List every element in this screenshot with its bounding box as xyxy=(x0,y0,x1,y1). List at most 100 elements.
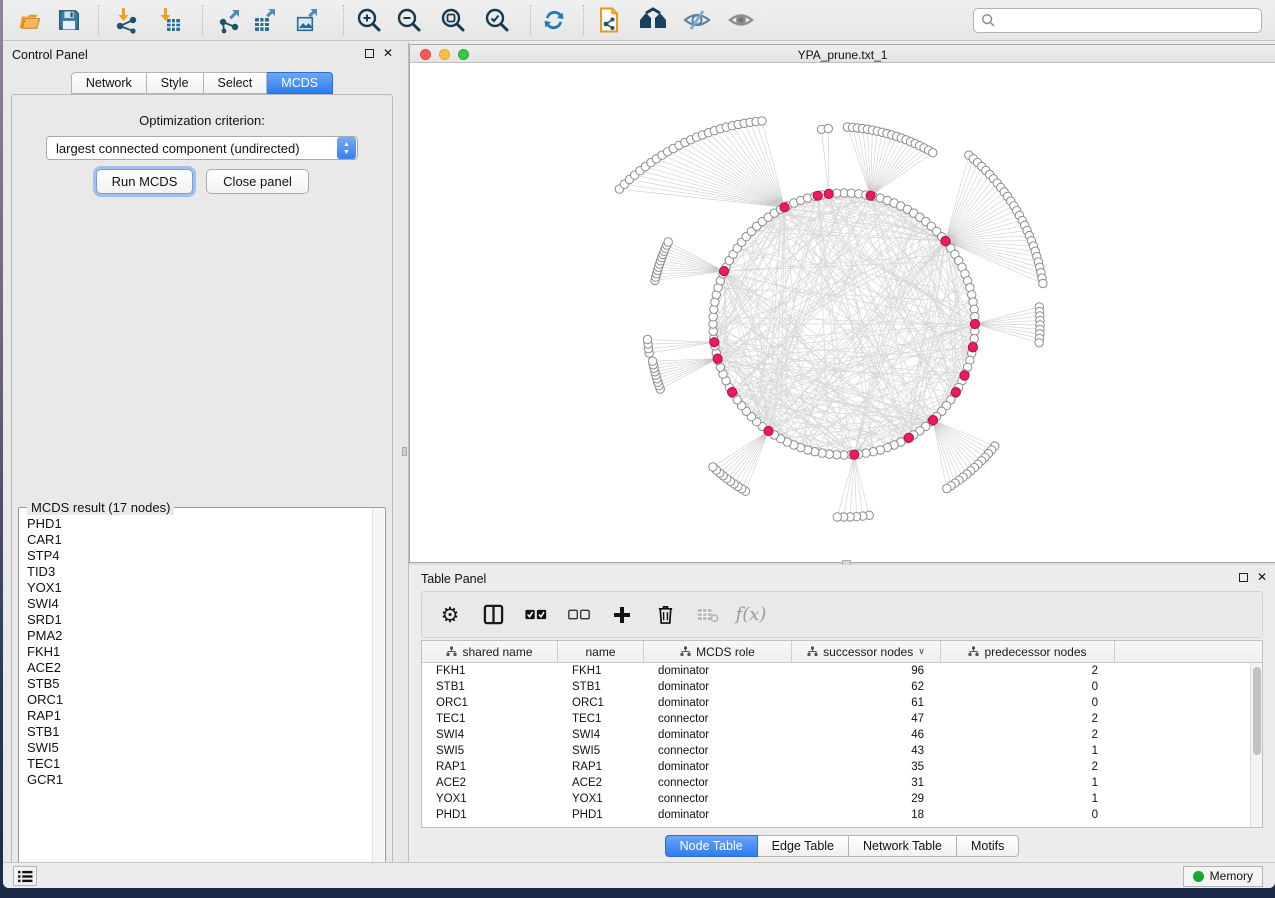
table-row[interactable]: STB1STB1dominator620 xyxy=(422,679,1250,695)
new-network-from-selection-icon[interactable] xyxy=(594,5,624,35)
zoom-out-icon[interactable] xyxy=(394,5,424,35)
float-panel-icon[interactable] xyxy=(365,49,374,58)
splitter-grip[interactable] xyxy=(402,447,407,456)
column-header-MCDS-role[interactable]: MCDS role xyxy=(644,641,792,662)
table-row[interactable]: RAP1RAP1dominator352 xyxy=(422,759,1250,775)
toolbar-separator xyxy=(343,5,344,35)
run-mcds-button[interactable]: Run MCDS xyxy=(96,169,193,194)
search-input[interactable] xyxy=(996,10,1261,31)
mcds-result-item[interactable]: RAP1 xyxy=(21,708,371,724)
network-view-titlebar: YPA_prune.txt_1 xyxy=(410,45,1275,63)
search-field xyxy=(973,8,1262,33)
open-file-icon[interactable] xyxy=(15,5,45,35)
tab-motifs[interactable]: Motifs xyxy=(957,835,1019,857)
toolbar-separator xyxy=(98,5,99,35)
cell-shared-name: PHD1 xyxy=(422,809,558,821)
tab-select[interactable]: Select xyxy=(204,72,268,94)
mcds-result-item[interactable]: TID3 xyxy=(21,564,371,580)
column-header-name[interactable]: name xyxy=(558,641,644,662)
task-history-button[interactable] xyxy=(13,866,37,886)
mcds-result-item[interactable]: ACE2 xyxy=(21,660,371,676)
memory-button[interactable]: Memory xyxy=(1183,866,1263,887)
tab-network-table[interactable]: Network Table xyxy=(849,835,957,857)
tab-edge-table[interactable]: Edge Table xyxy=(758,835,849,857)
optimization-criterion-label: Optimization criterion: xyxy=(12,113,392,128)
cell-name: SWI5 xyxy=(558,745,644,757)
export-image-icon[interactable] xyxy=(293,5,323,35)
show-all-icon[interactable] xyxy=(726,5,756,35)
mcds-result-item[interactable]: YOX1 xyxy=(21,580,371,596)
save-session-icon[interactable] xyxy=(54,5,84,35)
network-canvas[interactable] xyxy=(410,64,1275,562)
column-header-shared-name[interactable]: shared name xyxy=(422,641,558,662)
node-table: shared namenameMCDS rolesuccessor nodes∨… xyxy=(421,640,1263,828)
cell-shared-name: YOX1 xyxy=(422,793,558,805)
tab-mcds[interactable]: MCDS xyxy=(267,72,333,94)
import-network-icon[interactable] xyxy=(112,5,142,35)
table-settings-gear-icon[interactable]: ⚙ xyxy=(439,604,461,626)
mcds-result-list[interactable]: PHD1CAR1STP4TID3YOX1SWI4SRD1PMA2FKH1ACE2… xyxy=(21,516,371,876)
mcds-result-item[interactable]: TEC1 xyxy=(21,756,371,772)
zoom-fit-icon[interactable] xyxy=(438,5,468,35)
apply-layout-icon[interactable] xyxy=(539,5,569,35)
mcds-result-item[interactable]: SWI4 xyxy=(21,596,371,612)
mcds-result-item[interactable]: FKH1 xyxy=(21,644,371,660)
delete-table-icon[interactable] xyxy=(697,604,719,626)
cell-predecessor-nodes: 0 xyxy=(941,681,1115,693)
export-network-icon[interactable] xyxy=(216,5,246,35)
table-row[interactable]: FKH1FKH1dominator962 xyxy=(422,663,1250,679)
mcds-result-item[interactable]: SRD1 xyxy=(21,612,371,628)
delete-column-trash-icon[interactable] xyxy=(654,604,676,626)
hide-selected-icon[interactable] xyxy=(682,5,712,35)
table-row[interactable]: SWI5SWI5connector431 xyxy=(422,743,1250,759)
import-table-icon[interactable] xyxy=(154,5,184,35)
mcds-list-scrollbar[interactable] xyxy=(372,509,384,877)
table-row[interactable]: TEC1TEC1connector472 xyxy=(422,711,1250,727)
mcds-result-item[interactable]: CAR1 xyxy=(21,532,371,548)
table-row[interactable]: ACE2ACE2connector311 xyxy=(422,775,1250,791)
mcds-result-item[interactable]: SWI5 xyxy=(21,740,371,756)
close-panel-icon[interactable]: ✕ xyxy=(383,48,393,58)
tab-style[interactable]: Style xyxy=(147,72,204,94)
export-table-icon[interactable] xyxy=(251,5,281,35)
mcds-result-item[interactable]: STP4 xyxy=(21,548,371,564)
column-header-successor-nodes[interactable]: successor nodes∨ xyxy=(792,641,941,662)
mcds-result-title: MCDS result (17 nodes) xyxy=(27,500,174,515)
table-row[interactable]: SWI4SWI4dominator462 xyxy=(422,727,1250,743)
first-neighbors-icon[interactable] xyxy=(638,5,668,35)
mcds-result-group: MCDS result (17 nodes) PHD1CAR1STP4TID3Y… xyxy=(18,507,386,879)
table-toolbar: ⚙ f(x) xyxy=(421,591,1263,638)
zoom-in-icon[interactable] xyxy=(354,5,384,35)
mcds-result-item[interactable]: STB1 xyxy=(21,724,371,740)
table-scrollbar-thumb[interactable] xyxy=(1253,667,1261,755)
column-header-predecessor-nodes[interactable]: predecessor nodes xyxy=(941,641,1115,662)
close-panel-icon[interactable]: ✕ xyxy=(1257,572,1267,582)
tab-node-table[interactable]: Node Table xyxy=(665,835,758,857)
tab-network[interactable]: Network xyxy=(71,72,147,94)
mcds-result-item[interactable]: PMA2 xyxy=(21,628,371,644)
add-column-icon[interactable] xyxy=(611,604,633,626)
table-row[interactable]: YOX1YOX1connector291 xyxy=(422,791,1250,807)
criterion-dropdown[interactable]: largest connected component (undirected)… xyxy=(46,136,358,160)
table-row[interactable]: ORC1ORC1dominator610 xyxy=(422,695,1250,711)
cell-predecessor-nodes: 2 xyxy=(941,713,1115,725)
function-builder-icon[interactable]: f(x) xyxy=(740,604,762,626)
show-columns-icon[interactable] xyxy=(482,604,504,626)
mcds-result-item[interactable]: STB5 xyxy=(21,676,371,692)
table-scrollbar[interactable] xyxy=(1250,663,1262,827)
mcds-result-item[interactable]: PHD1 xyxy=(21,516,371,532)
table-row[interactable]: PHD1PHD1dominator180 xyxy=(422,807,1250,823)
cell-successor-nodes: 62 xyxy=(792,681,941,693)
select-all-icon[interactable] xyxy=(525,604,547,626)
cell-successor-nodes: 96 xyxy=(792,665,941,677)
zoom-selected-icon[interactable] xyxy=(482,5,512,35)
float-panel-icon[interactable] xyxy=(1239,573,1248,582)
sort-desc-icon: ∨ xyxy=(918,646,925,657)
deselect-all-icon[interactable] xyxy=(568,604,590,626)
memory-status-icon xyxy=(1193,871,1204,882)
mcds-result-item[interactable]: GCR1 xyxy=(21,772,371,788)
network-graph[interactable] xyxy=(410,64,1275,564)
close-panel-button[interactable]: Close panel xyxy=(206,169,309,194)
mcds-result-item[interactable]: ORC1 xyxy=(21,692,371,708)
vertical-splitter[interactable] xyxy=(401,42,409,862)
